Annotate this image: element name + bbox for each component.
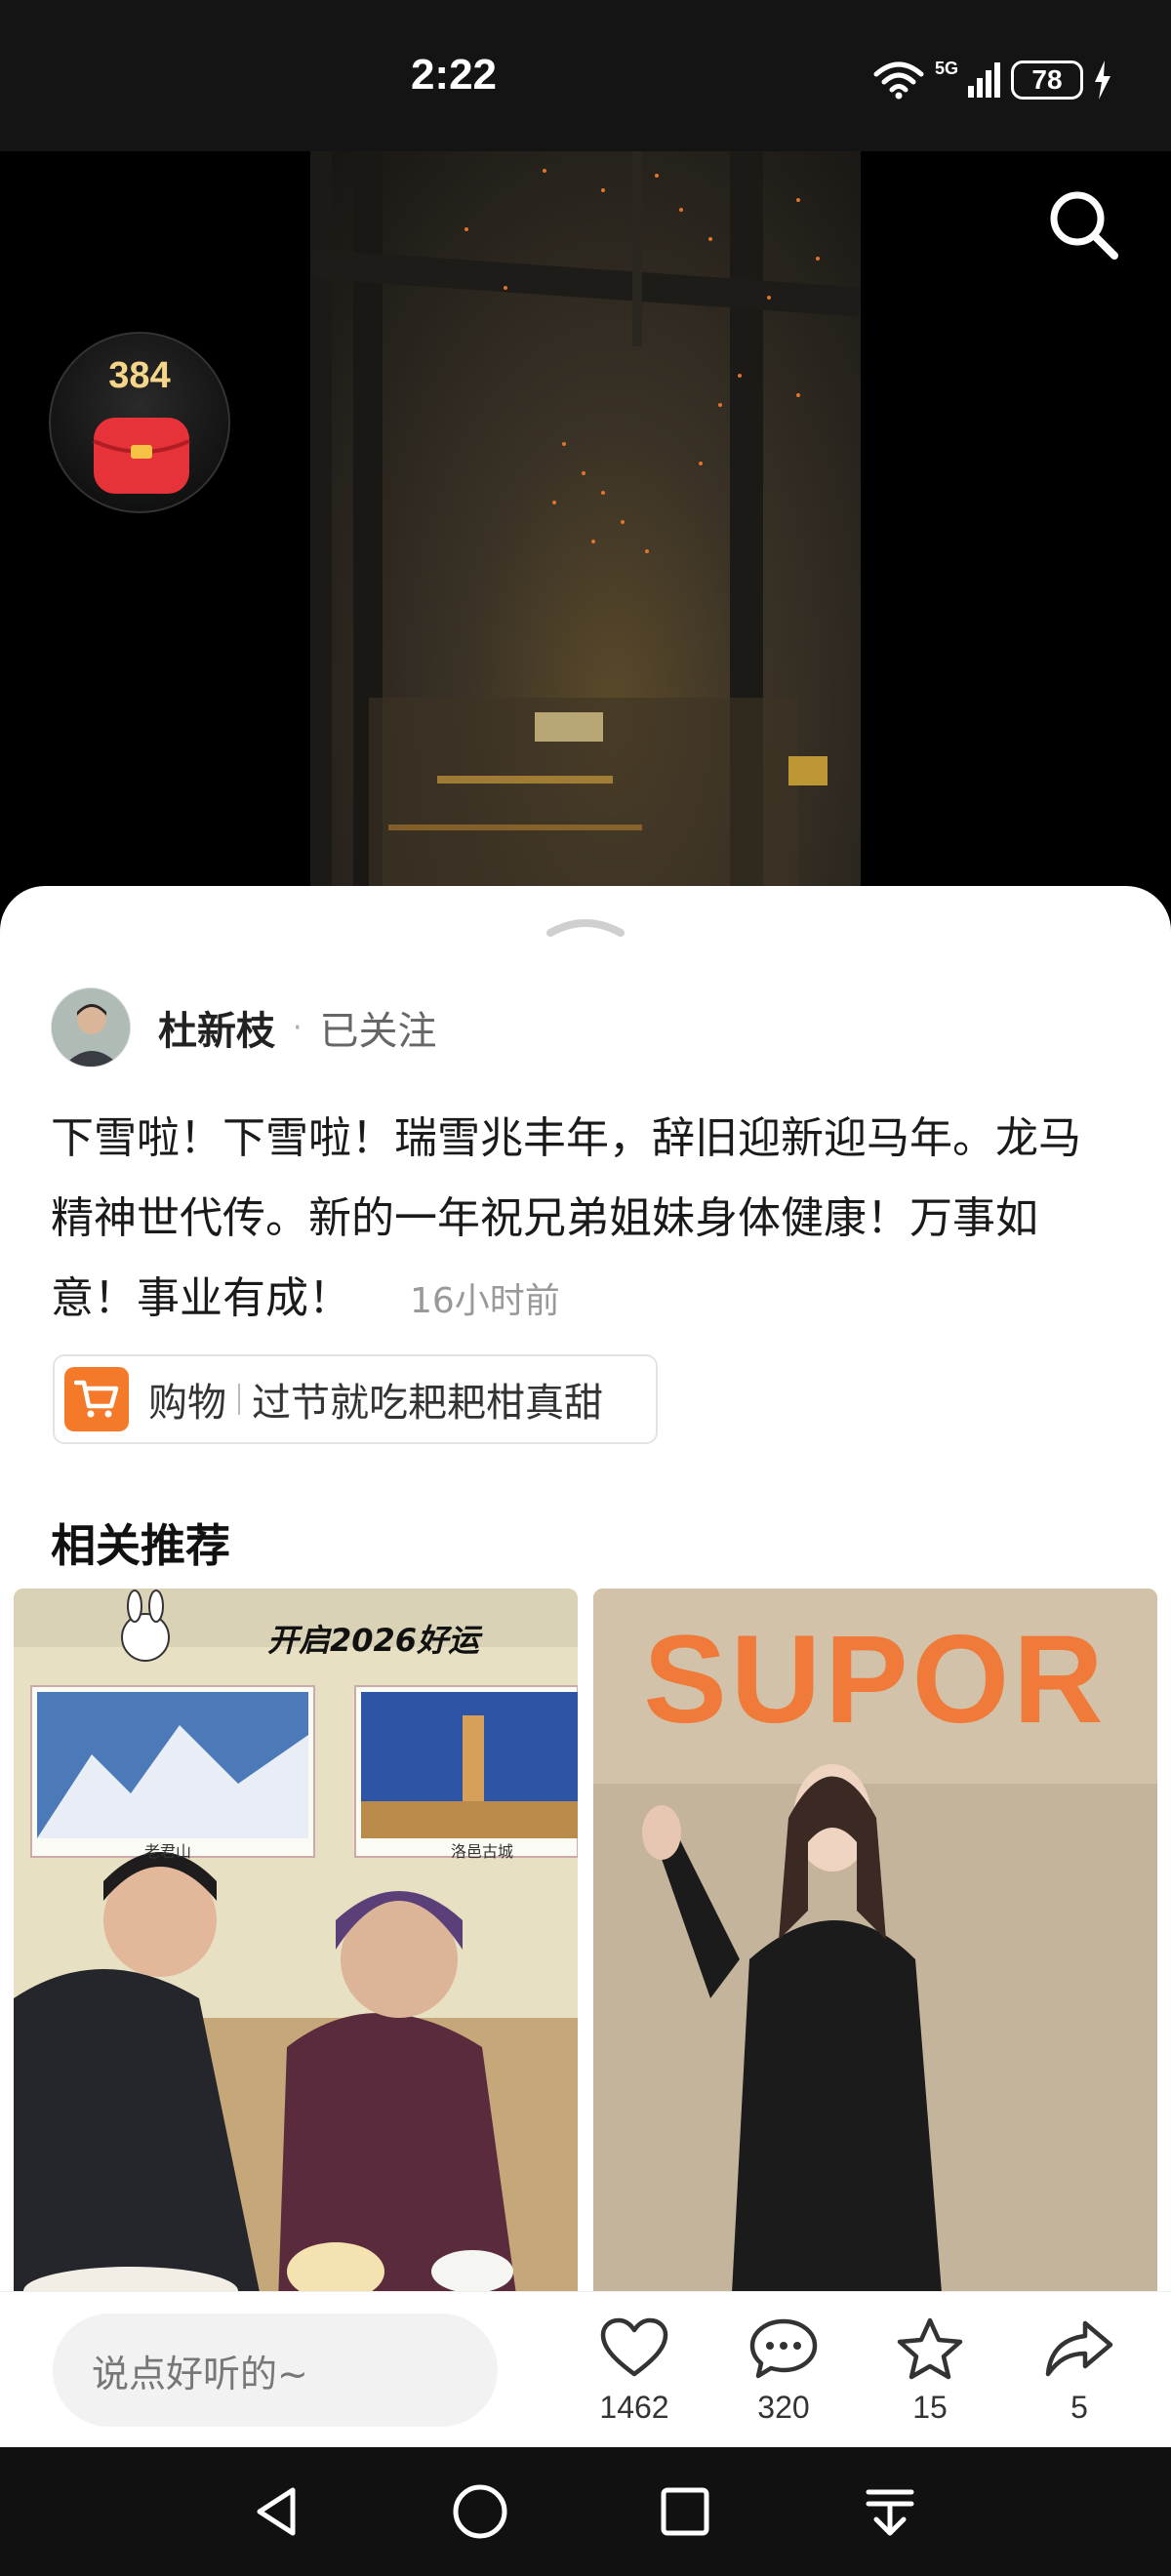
search-icon: [1050, 191, 1118, 260]
search-button[interactable]: [1044, 185, 1122, 263]
red-packet-icon: [93, 418, 190, 494]
post-detail-sheet: 杜新枝 · 已关注 下雪啦！下雪啦！瑞雪兆丰年，辞旧迎新迎马年。龙马精神世代传。…: [0, 886, 1171, 2447]
recents-icon: [661, 2487, 709, 2536]
shopping-separator: [238, 1384, 240, 1415]
like-button[interactable]: 1462: [576, 2317, 693, 2426]
comment-input[interactable]: 说点好听的~: [53, 2314, 498, 2427]
comment-icon: [749, 2318, 818, 2379]
card-wall-text: SUPOR: [643, 1610, 1108, 1750]
post-text: 下雪啦！下雪啦！瑞雪兆丰年，辞旧迎新迎马年。龙马精神世代传。新的一年祝兄弟姐妹身…: [51, 1099, 1105, 1342]
recommendation-card[interactable]: SUPOR: [593, 1589, 1157, 2330]
star-icon: [897, 2317, 963, 2380]
video-scene-image: [310, 151, 861, 893]
comment-bar: 说点好听的~ 1462 320 15 5: [0, 2291, 1171, 2447]
poster-label-left: 老君山: [144, 1842, 192, 1861]
nav-home-button[interactable]: [445, 2476, 515, 2547]
recommendation-thumbnail: [14, 1589, 578, 2330]
status-time: 2:22: [410, 51, 498, 99]
author-name[interactable]: 杜新枝: [158, 999, 275, 1056]
favorite-button[interactable]: 15: [871, 2317, 989, 2426]
red-packet-count: 384: [108, 355, 171, 396]
nav-recents-button[interactable]: [650, 2476, 720, 2547]
menu-down-icon: [866, 2489, 914, 2536]
wifi-icon: [873, 61, 924, 100]
battery-level: 78: [1031, 64, 1063, 95]
card-overlay-text: 开启2026好运: [267, 1622, 480, 1659]
share-count: 5: [1070, 2390, 1088, 2425]
cellular-signal-icon: [968, 62, 1000, 98]
shopping-label: 购物: [148, 1381, 226, 1426]
follow-status-button[interactable]: 已关注: [320, 999, 437, 1056]
battery-icon: 78: [1011, 60, 1083, 100]
back-icon: [257, 2487, 296, 2536]
comment-placeholder: 说点好听的~: [92, 2352, 308, 2395]
status-icons: 5G 78: [872, 59, 1112, 100]
post-time: 16小时前: [410, 1281, 560, 1321]
nav-menu-button[interactable]: [855, 2476, 925, 2547]
charging-icon: [1095, 60, 1110, 100]
status-bar: 2:22 5G 78: [0, 0, 1171, 151]
shopping-title: 过节就吃耙耙柑真甜: [252, 1381, 603, 1426]
separator-dot: ·: [293, 1010, 303, 1045]
post-body: 下雪啦！下雪啦！瑞雪兆丰年，辞旧迎新迎马年。龙马精神世代传。新的一年祝兄弟姐妹身…: [51, 1113, 1081, 1323]
author-row: 杜新枝 · 已关注: [51, 987, 437, 1067]
comment-button[interactable]: 320: [725, 2317, 842, 2426]
red-packet-button[interactable]: 384: [49, 332, 230, 513]
video-frame[interactable]: [310, 151, 861, 893]
shopping-link[interactable]: 购物 过节就吃耙耙柑真甜: [53, 1354, 658, 1444]
network-type-label: 5G: [934, 59, 958, 78]
comment-count: 320: [757, 2390, 810, 2425]
recommendations-title: 相关推荐: [51, 1519, 230, 1572]
heart-icon: [600, 2317, 668, 2377]
recommendation-card[interactable]: 开启2026好运 老君山 洛邑古城: [14, 1589, 578, 2330]
share-button[interactable]: 5: [1021, 2317, 1138, 2426]
avatar[interactable]: [51, 987, 131, 1067]
collapse-handle-icon[interactable]: [545, 911, 626, 941]
home-icon: [453, 2484, 507, 2539]
favorite-count: 15: [912, 2390, 948, 2425]
shopping-cart-icon: [64, 1367, 129, 1431]
like-count: 1462: [599, 2390, 669, 2425]
system-nav-bar: [0, 2447, 1171, 2576]
avatar-image: [52, 988, 130, 1067]
nav-back-button[interactable]: [242, 2476, 312, 2547]
share-icon: [1045, 2320, 1113, 2377]
poster-label-right: 洛邑古城: [451, 1842, 514, 1861]
video-player[interactable]: 384: [0, 151, 1171, 893]
